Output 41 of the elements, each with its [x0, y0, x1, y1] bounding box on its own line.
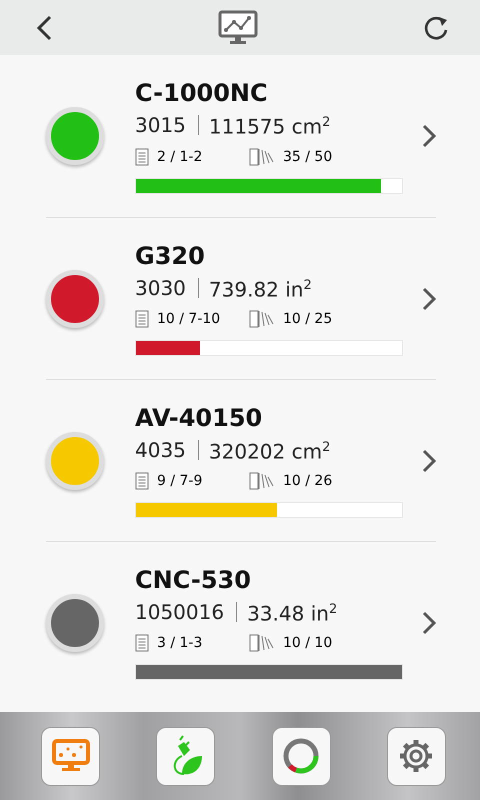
machine-count: 1050016: [135, 598, 224, 626]
machines-tab[interactable]: [41, 726, 100, 786]
machine-name: G320: [135, 240, 206, 271]
machine-name: CNC-530: [135, 564, 252, 595]
back-icon[interactable]: [34, 14, 54, 40]
plug-leaf-tab[interactable]: [156, 726, 216, 786]
document-icon: [135, 472, 149, 490]
sheets-icon: [249, 472, 275, 490]
machine-area: 33.48 in$^{2}$: [247, 594, 338, 628]
document-icon: [135, 310, 149, 328]
sheet-count: 35 / 50: [283, 148, 332, 165]
sheets-icon: [249, 310, 275, 328]
chevron-right-icon[interactable]: [422, 286, 436, 310]
machine-area: 739.82 in$^{2}$: [208, 270, 312, 304]
machine-area: 111575 cm$^{2}$: [208, 108, 330, 142]
sheets-icon: [249, 634, 275, 652]
chevron-right-icon[interactable]: [422, 610, 436, 634]
job-count: 10 / 7-10: [157, 311, 220, 328]
chevron-right-icon[interactable]: [422, 448, 436, 472]
machine-count: 4035: [135, 436, 186, 464]
job-count: 2 / 1-2: [157, 148, 202, 165]
sheet-count: 10 / 25: [283, 311, 332, 328]
job-count: 9 / 7-9: [157, 473, 202, 490]
machine-area: 320202 cm$^{2}$: [208, 432, 330, 466]
monitor-icon: [50, 738, 90, 774]
document-icon: [135, 634, 149, 652]
machine-count: 3015: [135, 112, 186, 139]
settings-tab[interactable]: [386, 726, 446, 786]
donut-chart-tab[interactable]: [272, 726, 331, 786]
sheet-count: 10 / 26: [283, 473, 332, 490]
settings-icon: [398, 738, 434, 774]
chevron-right-icon[interactable]: [422, 124, 436, 148]
machine-count: 3030: [135, 274, 186, 302]
chart-monitor-icon[interactable]: [218, 10, 258, 46]
job-count: 3 / 1-3: [157, 635, 202, 652]
sheets-icon: [249, 148, 275, 166]
sheet-count: 10 / 10: [283, 635, 332, 652]
machine-name: AV-40150: [135, 402, 264, 433]
donut-chart-icon: [281, 736, 322, 776]
document-icon: [135, 148, 149, 166]
machine-name: C-1000NC: [135, 78, 269, 108]
